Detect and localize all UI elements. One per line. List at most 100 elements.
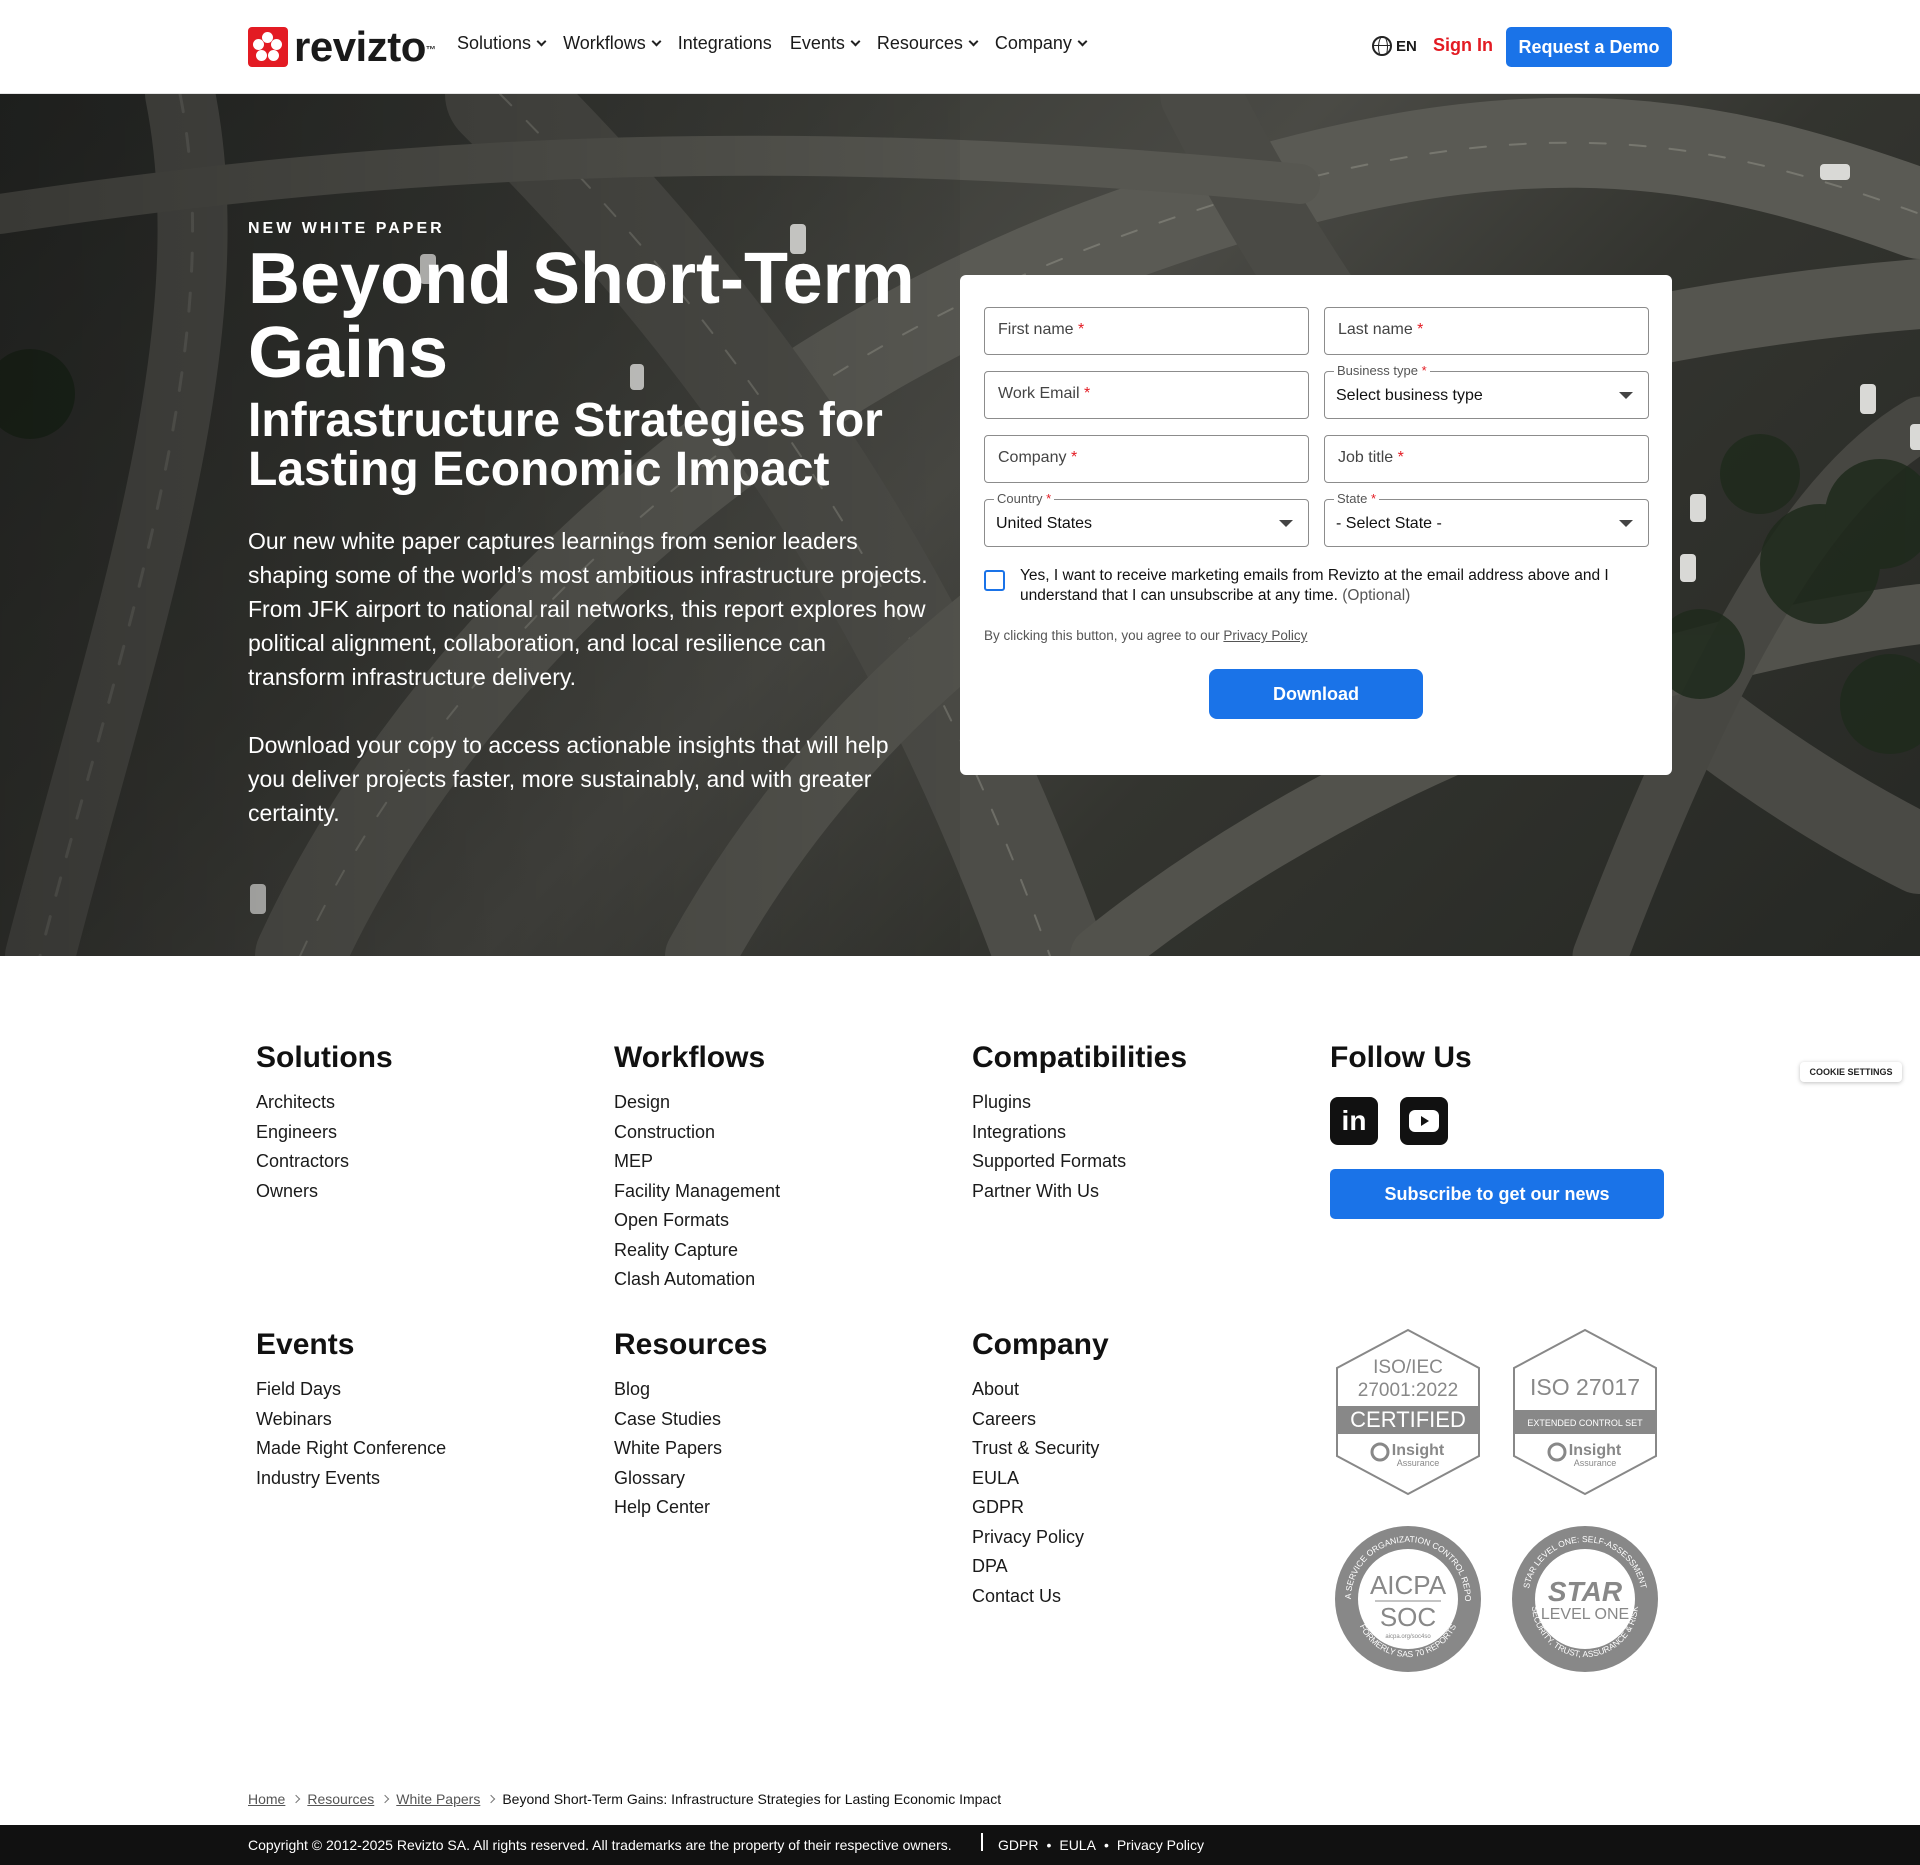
breadcrumb-current: Beyond Short-Term Gains: Infrastructure … (502, 1791, 1002, 1807)
footer-solutions: Solutions Architects Engineers Contracto… (256, 1040, 393, 1206)
footer-link[interactable]: Privacy Policy (972, 1523, 1109, 1553)
footer-link[interactable]: Engineers (256, 1118, 393, 1148)
footer-link[interactable]: Industry Events (256, 1464, 446, 1494)
work-email-field[interactable]: Work Email * (984, 371, 1309, 419)
footer-link[interactable]: Reality Capture (614, 1236, 780, 1266)
svg-text:aicpa.org/soc4so: aicpa.org/soc4so (1385, 1634, 1431, 1640)
request-demo-button[interactable]: Request a Demo (1506, 27, 1672, 67)
menu-workflows[interactable]: Workflows (563, 33, 662, 54)
chevron-down-icon (968, 36, 979, 47)
download-button[interactable]: Download (1209, 669, 1423, 719)
footer-link[interactable]: Made Right Conference (256, 1434, 446, 1464)
footer-link[interactable]: Plugins (972, 1088, 1187, 1118)
footer-link[interactable]: EULA (972, 1464, 1109, 1494)
footer-link[interactable]: Field Days (256, 1375, 446, 1405)
footer-link[interactable]: About (972, 1375, 1109, 1405)
footer-link[interactable]: Owners (256, 1177, 393, 1207)
footer-heading: Workflows (614, 1041, 766, 1074)
gdpr-link[interactable]: GDPR (998, 1837, 1038, 1853)
footer-link[interactable]: Integrations (972, 1118, 1187, 1148)
footer-link[interactable]: Contact Us (972, 1582, 1109, 1612)
footer-heading: Compatibilities (972, 1041, 1188, 1074)
footer-link[interactable]: Careers (972, 1405, 1109, 1435)
logo-wordmark: revizto™ (294, 23, 436, 70)
language-selector[interactable]: EN (1372, 36, 1417, 56)
breadcrumb-home[interactable]: Home (248, 1791, 285, 1807)
hero-eyebrow: NEW WHITE PAPER (248, 220, 445, 237)
menu-integrations[interactable]: Integrations (678, 33, 772, 54)
last-name-field[interactable]: Last name * (1324, 307, 1649, 355)
country-select[interactable]: Country * United States (984, 491, 1309, 547)
linkedin-icon[interactable]: in (1330, 1097, 1378, 1145)
svg-text:AICPA: AICPA (1370, 1570, 1447, 1600)
svg-text:CERTIFIED: CERTIFIED (1350, 1407, 1466, 1432)
hero-section: NEW WHITE PAPER Beyond Short-Term Gains … (0, 94, 1920, 956)
chevron-down-icon (850, 36, 861, 47)
svg-text:STAR: STAR (1548, 1576, 1623, 1607)
dropdown-caret-icon (1279, 520, 1293, 527)
footer-link[interactable]: Open Formats (614, 1206, 780, 1236)
copyright-text: Copyright © 2012-2025 Revizto SA. All ri… (248, 1837, 952, 1853)
chevron-right-icon (292, 1794, 301, 1804)
privacy-policy-link[interactable]: Privacy Policy (1117, 1837, 1204, 1853)
svg-text:EXTENDED CONTROL SET: EXTENDED CONTROL SET (1527, 1418, 1643, 1428)
company-field[interactable]: Company * (984, 435, 1309, 483)
breadcrumb-resources[interactable]: Resources (307, 1791, 374, 1807)
business-type-select[interactable]: Business type * Select business type (1324, 363, 1649, 419)
footer-workflows: Workflows Design Construction MEP Facili… (614, 1040, 780, 1295)
footer-link[interactable]: Construction (614, 1118, 780, 1148)
main-menu: Solutions Workflows Integrations Events … (457, 33, 1104, 54)
footer-link[interactable]: Glossary (614, 1464, 767, 1494)
footer-events: Events Field Days Webinars Made Right Co… (256, 1327, 446, 1493)
chevron-down-icon (1077, 36, 1088, 47)
footer-link[interactable]: Facility Management (614, 1177, 780, 1207)
svg-text:Insight: Insight (1569, 1442, 1622, 1459)
revizto-logo-mark-icon (248, 27, 288, 67)
footer-link[interactable]: Partner With Us (972, 1177, 1187, 1207)
svg-text:Assurance: Assurance (1574, 1458, 1617, 1468)
privacy-policy-link[interactable]: Privacy Policy (1223, 628, 1307, 643)
menu-events[interactable]: Events (790, 33, 861, 54)
footer-link[interactable]: Case Studies (614, 1405, 767, 1435)
revizto-logo[interactable]: revizto™ (248, 23, 436, 70)
top-navigation: revizto™ Solutions Workflows Integration… (0, 0, 1920, 94)
footer-link[interactable]: Clash Automation (614, 1265, 780, 1295)
menu-company[interactable]: Company (995, 33, 1088, 54)
footer-link[interactable]: Webinars (256, 1405, 446, 1435)
footer-heading: Company (972, 1328, 1109, 1361)
cookie-settings-button[interactable]: COOKIE SETTINGS (1800, 1062, 1902, 1082)
hero-cta-text: Download your copy to access actionable … (248, 732, 889, 826)
first-name-field[interactable]: First name * (984, 307, 1309, 355)
footer-link[interactable]: Supported Formats (972, 1147, 1187, 1177)
menu-resources[interactable]: Resources (877, 33, 979, 54)
csa-star-badge: STAR LEVEL ONE: SELF-ASSESSMENT SECURITY… (1512, 1526, 1658, 1672)
breadcrumb-white-papers[interactable]: White Papers (396, 1791, 480, 1807)
globe-icon (1372, 36, 1392, 56)
marketing-consent-checkbox[interactable] (984, 570, 1005, 591)
sign-in-link[interactable]: Sign In (1433, 35, 1493, 56)
footer-resources: Resources Blog Case Studies White Papers… (614, 1327, 767, 1523)
footer-link[interactable]: Design (614, 1088, 780, 1118)
svg-text:Assurance: Assurance (1397, 1458, 1440, 1468)
svg-text:ISO 27017: ISO 27017 (1530, 1374, 1640, 1400)
footer-follow-us: Follow Us (1330, 1040, 1472, 1088)
footer-link[interactable]: DPA (972, 1552, 1109, 1582)
footer-link[interactable]: GDPR (972, 1493, 1109, 1523)
chevron-down-icon (536, 36, 547, 47)
footer-link[interactable]: Architects (256, 1088, 393, 1118)
footer-link[interactable]: MEP (614, 1147, 780, 1177)
state-select[interactable]: State * - Select State - (1324, 491, 1649, 547)
download-form: First name * Last name * Work Email * Bu… (960, 275, 1672, 775)
footer-heading: Resources (614, 1328, 768, 1361)
footer-link[interactable]: Trust & Security (972, 1434, 1109, 1464)
menu-solutions[interactable]: Solutions (457, 33, 547, 54)
footer-link[interactable]: Contractors (256, 1147, 393, 1177)
footer-link[interactable]: Blog (614, 1375, 767, 1405)
footer-link[interactable]: Help Center (614, 1493, 767, 1523)
subscribe-button[interactable]: Subscribe to get our news (1330, 1169, 1664, 1219)
dropdown-caret-icon (1619, 392, 1633, 399)
youtube-icon[interactable] (1400, 1097, 1448, 1145)
eula-link[interactable]: EULA (1059, 1837, 1096, 1853)
job-title-field[interactable]: Job title * (1324, 435, 1649, 483)
footer-link[interactable]: White Papers (614, 1434, 767, 1464)
